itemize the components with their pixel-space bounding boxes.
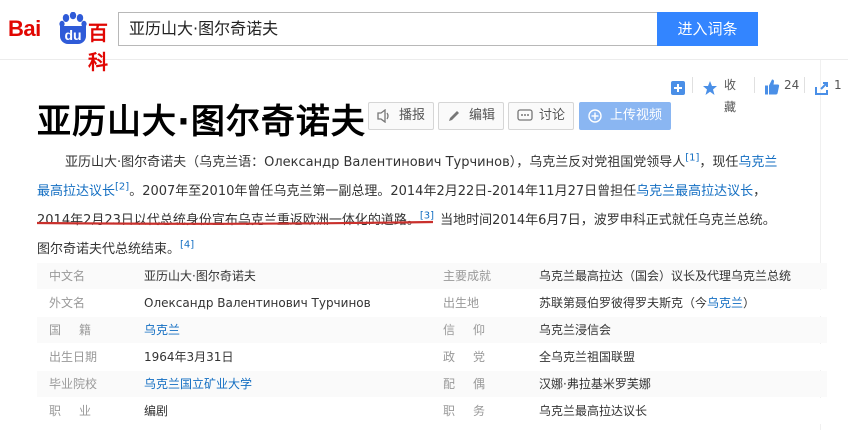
summary-text: 当地时间2014年6月7日，波罗申科正式就任乌克兰总统。 bbox=[440, 213, 776, 228]
info-value: 乌克兰最高拉达议长 bbox=[539, 404, 648, 418]
info-row: 国籍 乌克兰 信仰 乌克兰浸信会 bbox=[37, 317, 827, 343]
info-label: 毕业院校 bbox=[49, 377, 98, 391]
info-label: 配偶 bbox=[443, 377, 504, 391]
edit-label: 编辑 bbox=[469, 108, 496, 123]
chat-bubble-icon bbox=[517, 109, 533, 121]
info-row: 出生日期 1964年3月31日 政党 全乌克兰祖国联盟 bbox=[37, 344, 827, 370]
info-value: 汉娜·弗拉基米罗芙娜 bbox=[539, 377, 651, 391]
thumbs-up-icon[interactable] bbox=[764, 76, 780, 98]
enter-entry-button[interactable]: 进入词条 bbox=[657, 12, 758, 46]
info-value-link[interactable]: 乌克兰国立矿业大学 bbox=[144, 371, 252, 397]
info-label: 国籍 bbox=[49, 323, 110, 337]
info-value: 乌克兰浸信会 bbox=[539, 323, 612, 337]
divider bbox=[754, 77, 755, 93]
upload-video-button[interactable]: 上传视频 bbox=[579, 102, 672, 130]
divider bbox=[692, 77, 693, 93]
share-count: 1 bbox=[834, 78, 842, 92]
page-title: 亚历山大·图尔奇诺夫 bbox=[37, 102, 366, 142]
summary-text: 。2007年至2010年曾任乌克兰第一副总理。2014年2月22日-2014年1… bbox=[129, 184, 637, 199]
info-label: 主要成就 bbox=[443, 269, 492, 283]
info-value: 亚历山大·图尔奇诺夫 bbox=[144, 269, 256, 283]
discuss-button[interactable]: 讨论 bbox=[508, 102, 575, 130]
info-label: 信仰 bbox=[443, 323, 504, 337]
info-value: 全乌克兰祖国联盟 bbox=[539, 350, 636, 364]
info-value: 编剧 bbox=[144, 404, 169, 418]
info-value: 1964年3月31日 bbox=[144, 350, 234, 364]
summary-paragraph: 亚历山大·图尔奇诺夫（乌克兰语：Олександр Валентинович Т… bbox=[37, 148, 827, 177]
search-input[interactable]: 亚历山大·图尔奇诺夫 bbox=[118, 12, 658, 46]
collect-label[interactable]: 收藏 bbox=[724, 74, 736, 114]
info-value-link[interactable]: 乌克兰 bbox=[144, 317, 180, 343]
summary-text: ，现任 bbox=[699, 155, 739, 170]
info-label: 职业 bbox=[49, 404, 110, 418]
info-label: 中文名 bbox=[49, 269, 86, 283]
summary-line: 图尔奇诺夫代总统结束。[4] bbox=[37, 235, 827, 264]
edit-button[interactable]: 编辑 bbox=[438, 102, 505, 130]
info-value: 苏联第聂伯罗彼得罗夫斯克（今乌克兰） bbox=[539, 290, 755, 316]
reference-1[interactable]: [1] bbox=[685, 153, 699, 164]
red-underline-annotation bbox=[36, 220, 434, 225]
share-icon[interactable] bbox=[814, 77, 830, 99]
play-label: 播报 bbox=[399, 108, 426, 123]
link-ukraine[interactable]: 乌克兰 bbox=[738, 155, 777, 170]
info-value: 乌克兰最高拉达（国会）议长及代理乌克兰总统 bbox=[539, 269, 792, 283]
info-label: 外文名 bbox=[49, 296, 86, 310]
info-label: 职务 bbox=[443, 404, 504, 418]
star-icon[interactable] bbox=[702, 77, 718, 99]
reference-4[interactable]: [4] bbox=[180, 240, 194, 251]
info-label: 政党 bbox=[443, 350, 504, 364]
play-button[interactable]: 播报 bbox=[368, 102, 435, 130]
discuss-label: 讨论 bbox=[539, 108, 566, 123]
speaker-icon bbox=[377, 109, 389, 123]
pencil-icon bbox=[449, 111, 459, 121]
entry-summary: 亚历山大·图尔奇诺夫（乌克兰语：Олександр Валентинович Т… bbox=[37, 148, 827, 264]
summary-text: 亚历山大·图尔奇诺夫（乌克兰语：Олександр Валентинович Т… bbox=[65, 155, 686, 170]
info-label: 出生日期 bbox=[49, 350, 98, 364]
summary-text: ， bbox=[753, 184, 767, 199]
link-supreme-rada-speaker[interactable]: 最高拉达议长 bbox=[37, 184, 115, 199]
logo-baike: 百科 bbox=[88, 21, 108, 74]
logo-bai: Bai bbox=[8, 16, 41, 41]
add-icon[interactable] bbox=[670, 77, 686, 99]
info-value: Олександр Валентинович Турчинов bbox=[144, 296, 371, 310]
summary-line: 最高拉达议长[2]。2007年至2010年曾任乌克兰第一副总理。2014年2月2… bbox=[37, 177, 827, 206]
upload-label: 上传视频 bbox=[610, 108, 663, 123]
info-row: 中文名 亚历山大·图尔奇诺夫 主要成就 乌克兰最高拉达（国会）议长及代理乌克兰总… bbox=[37, 263, 827, 289]
header: Bai du 百科 亚历山大·图尔奇诺夫 进入词条 bbox=[0, 0, 848, 74]
logo-du: du bbox=[60, 26, 86, 44]
info-label: 出生地 bbox=[443, 296, 480, 310]
reference-2[interactable]: [2] bbox=[115, 182, 129, 193]
birthplace-text: 苏联第聂伯罗彼得罗夫斯克（今 bbox=[539, 296, 708, 310]
divider bbox=[804, 77, 805, 93]
birthplace-text: ） bbox=[743, 296, 756, 310]
link-ukraine[interactable]: 乌克兰 bbox=[707, 296, 743, 310]
info-row: 外文名 Олександр Валентинович Турчинов 出生地 … bbox=[37, 290, 827, 316]
summary-text: 图尔奇诺夫代总统结束。 bbox=[37, 242, 181, 257]
link-ukraine-supreme-rada-speaker[interactable]: 乌克兰最高拉达议长 bbox=[636, 184, 753, 199]
info-row: 职业 编剧 职务 乌克兰最高拉达议长 bbox=[37, 398, 827, 424]
plus-circle-icon bbox=[588, 109, 602, 123]
like-count: 24 bbox=[784, 78, 800, 92]
basic-info-box: 中文名 亚历山大·图尔奇诺夫 主要成就 乌克兰最高拉达（国会）议长及代理乌克兰总… bbox=[37, 263, 827, 430]
info-row: 毕业院校 乌克兰国立矿业大学 配偶 汉娜·弗拉基米罗芙娜 bbox=[37, 371, 827, 397]
